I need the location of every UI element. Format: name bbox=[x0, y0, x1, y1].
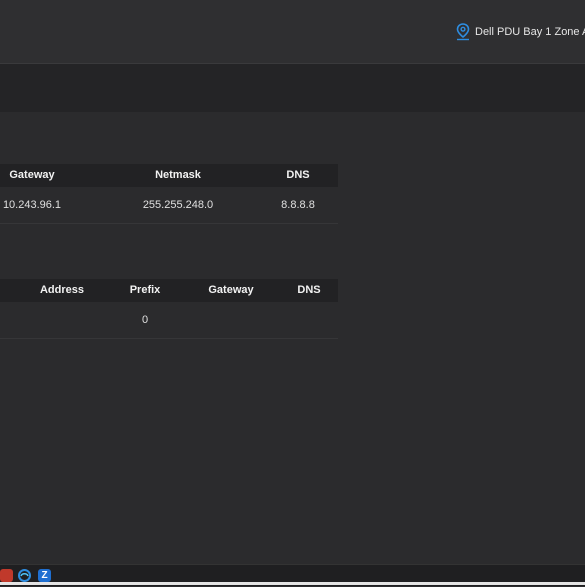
cell-gateway bbox=[196, 302, 266, 338]
cell-netmask: 255.255.248.0 bbox=[142, 199, 214, 211]
column-header-dns: DNS bbox=[286, 169, 310, 181]
table-row: 0 bbox=[0, 302, 338, 339]
column-header-gateway: Gateway bbox=[9, 169, 55, 181]
column-header-netmask: Netmask bbox=[155, 169, 201, 181]
ipv4-table-header: Gateway Netmask DNS bbox=[0, 164, 338, 187]
table-row: 10.243.96.1 255.255.248.0 8.8.8.8 bbox=[0, 187, 338, 224]
location-label: Dell PDU Bay 1 Zone A - bbox=[475, 26, 585, 38]
column-header-prefix: Prefix bbox=[129, 284, 161, 296]
zoom-icon[interactable]: Z bbox=[38, 569, 51, 582]
top-bar: Dell PDU Bay 1 Zone A - bbox=[0, 0, 585, 64]
cell-dns: 8.8.8.8 bbox=[281, 199, 315, 211]
column-header-gateway: Gateway bbox=[208, 284, 254, 296]
app-icon[interactable] bbox=[0, 569, 13, 582]
cell-address bbox=[22, 302, 102, 338]
location-pin-icon bbox=[456, 23, 470, 41]
cell-prefix: 0 bbox=[141, 314, 149, 326]
column-header-address: Address bbox=[39, 284, 85, 296]
ipv6-table-header: Address Prefix Gateway DNS bbox=[0, 279, 338, 302]
location-selector[interactable]: Dell PDU Bay 1 Zone A - bbox=[456, 22, 585, 42]
cell-dns bbox=[284, 302, 334, 338]
sub-header-bar bbox=[0, 64, 585, 112]
cell-gateway: 10.243.96.1 bbox=[2, 199, 62, 211]
edge-icon[interactable] bbox=[18, 569, 31, 582]
column-header-dns: DNS bbox=[297, 284, 321, 296]
